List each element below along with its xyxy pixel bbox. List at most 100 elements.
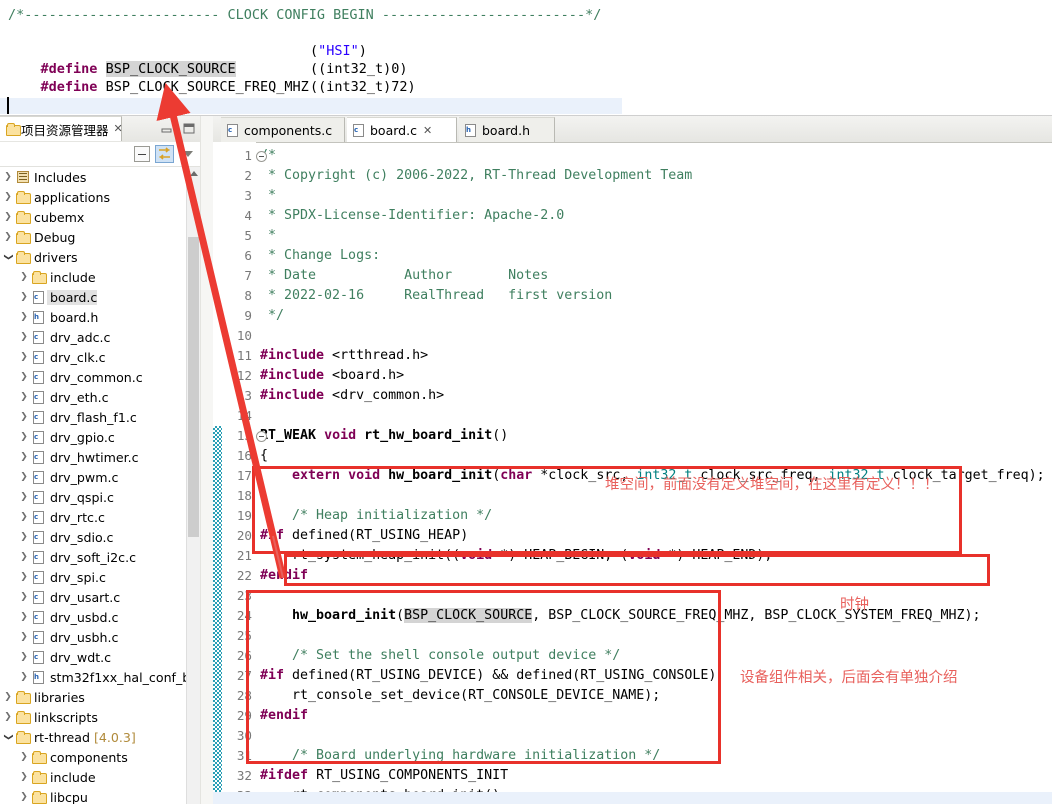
code-line[interactable]: #ifdef RT_USING_COMPONENTS_INIT bbox=[260, 766, 508, 786]
code-line[interactable]: * SPDX-License-Identifier: Apache-2.0 bbox=[260, 206, 564, 226]
code-line[interactable]: rt_system_heap_init((void *) HEAP_BEGIN,… bbox=[260, 546, 772, 566]
tree-item-libraries[interactable]: ❯libraries bbox=[0, 687, 200, 707]
tree-item-board-c[interactable]: ❯cboard.c bbox=[0, 287, 200, 307]
code-line[interactable]: rt_console_set_device(RT_CONSOLE_DEVICE_… bbox=[260, 686, 660, 706]
tree-item-components[interactable]: ❯components bbox=[0, 747, 200, 767]
chevron-right-icon[interactable]: ❯ bbox=[18, 552, 30, 562]
chevron-right-icon[interactable]: ❯ bbox=[18, 772, 30, 782]
code-line[interactable]: #include <board.h> bbox=[260, 366, 404, 386]
scroll-up-icon[interactable] bbox=[190, 171, 198, 176]
tree-item-drv-hwtimer-c[interactable]: ❯cdrv_hwtimer.c bbox=[0, 447, 200, 467]
chevron-right-icon[interactable]: ❯ bbox=[18, 432, 30, 442]
tree-item-cubemx[interactable]: ❯cubemx bbox=[0, 207, 200, 227]
tab-project-explorer[interactable]: 项目资源管理器 ✕ bbox=[0, 116, 122, 141]
chevron-right-icon[interactable]: ❯ bbox=[18, 412, 30, 422]
tree-item-applications[interactable]: ❯applications bbox=[0, 187, 200, 207]
tree-item-drv-soft-i2c-c[interactable]: ❯cdrv_soft_i2c.c bbox=[0, 547, 200, 567]
tree-item-stm32f1xx-hal-conf-ba[interactable]: ❯hstm32f1xx_hal_conf_ba bbox=[0, 667, 200, 687]
project-explorer-panel[interactable]: 项目资源管理器 ✕ ❯Includes❯applications❯cubemx❯… bbox=[0, 116, 212, 804]
chevron-down-icon[interactable]: ❯ bbox=[3, 251, 13, 263]
chevron-right-icon[interactable]: ❯ bbox=[18, 372, 30, 382]
tree-item-drv-flash-f1-c[interactable]: ❯cdrv_flash_f1.c bbox=[0, 407, 200, 427]
tree-item-includes[interactable]: ❯Includes bbox=[0, 167, 200, 187]
chevron-right-icon[interactable]: ❯ bbox=[18, 632, 30, 642]
code-line[interactable]: { bbox=[260, 446, 268, 466]
code-line[interactable]: #include <rtthread.h> bbox=[260, 346, 428, 366]
project-tree-scrollbar[interactable] bbox=[186, 167, 201, 804]
tree-item-libcpu[interactable]: ❯libcpu bbox=[0, 787, 200, 804]
code-line[interactable]: #endif bbox=[260, 566, 308, 586]
chevron-right-icon[interactable]: ❯ bbox=[18, 332, 30, 342]
chevron-right-icon[interactable]: ❯ bbox=[18, 792, 30, 802]
code-line[interactable]: /* Heap initialization */ bbox=[260, 506, 492, 526]
chevron-right-icon[interactable]: ❯ bbox=[18, 352, 30, 362]
tree-item-drv-sdio-c[interactable]: ❯cdrv_sdio.c bbox=[0, 527, 200, 547]
code-line[interactable]: * Change Logs: bbox=[260, 246, 380, 266]
code-line[interactable]: #if defined(RT_USING_DEVICE) && defined(… bbox=[260, 666, 716, 686]
tree-item-drv-qspi-c[interactable]: ❯cdrv_qspi.c bbox=[0, 487, 200, 507]
minimize-icon[interactable] bbox=[160, 123, 174, 135]
tree-item-rt-thread[interactable]: ❯rt-thread[4.0.3] bbox=[0, 727, 200, 747]
close-icon[interactable]: ✕ bbox=[423, 124, 432, 137]
tree-item-include[interactable]: ❯include bbox=[0, 767, 200, 787]
tree-item-drv-spi-c[interactable]: ❯cdrv_spi.c bbox=[0, 567, 200, 587]
chevron-right-icon[interactable]: ❯ bbox=[18, 532, 30, 542]
tree-item-linkscripts[interactable]: ❯linkscripts bbox=[0, 707, 200, 727]
chevron-right-icon[interactable]: ❯ bbox=[2, 212, 14, 222]
chevron-right-icon[interactable]: ❯ bbox=[18, 312, 30, 322]
code-line[interactable]: */ bbox=[260, 306, 284, 326]
chevron-right-icon[interactable]: ❯ bbox=[18, 672, 30, 682]
code-line[interactable]: #include <drv_common.h> bbox=[260, 386, 444, 406]
fold-toggle-icon[interactable] bbox=[256, 431, 267, 442]
chevron-right-icon[interactable]: ❯ bbox=[2, 692, 14, 702]
project-tree[interactable]: ❯Includes❯applications❯cubemx❯Debug❯driv… bbox=[0, 167, 200, 804]
tree-item-board-h[interactable]: ❯hboard.h bbox=[0, 307, 200, 327]
tree-item-drv-eth-c[interactable]: ❯cdrv_eth.c bbox=[0, 387, 200, 407]
code-line[interactable]: * bbox=[260, 226, 276, 246]
chevron-right-icon[interactable]: ❯ bbox=[18, 752, 30, 762]
chevron-right-icon[interactable]: ❯ bbox=[18, 392, 30, 402]
panel-splitter[interactable] bbox=[200, 116, 214, 804]
tree-item-drv-pwm-c[interactable]: ❯cdrv_pwm.c bbox=[0, 467, 200, 487]
code-line[interactable]: #endif bbox=[260, 706, 308, 726]
chevron-right-icon[interactable]: ❯ bbox=[18, 572, 30, 582]
code-line[interactable]: * Copyright (c) 2006-2022, RT-Thread Dev… bbox=[260, 166, 692, 186]
tree-item-include[interactable]: ❯include bbox=[0, 267, 200, 287]
tree-item-drv-rtc-c[interactable]: ❯cdrv_rtc.c bbox=[0, 507, 200, 527]
tree-item-drivers[interactable]: ❯drivers bbox=[0, 247, 200, 267]
code-line[interactable]: /* Board underlying hardware initializat… bbox=[260, 746, 660, 766]
tree-item-drv-usbd-c[interactable]: ❯cdrv_usbd.c bbox=[0, 607, 200, 627]
tree-item-drv-adc-c[interactable]: ❯cdrv_adc.c bbox=[0, 327, 200, 347]
code-line[interactable]: * bbox=[260, 186, 276, 206]
code-line[interactable]: RT_WEAK void rt_hw_board_init() bbox=[260, 426, 508, 446]
tree-item-drv-wdt-c[interactable]: ❯cdrv_wdt.c bbox=[0, 647, 200, 667]
chevron-right-icon[interactable]: ❯ bbox=[18, 472, 30, 482]
chevron-right-icon[interactable]: ❯ bbox=[18, 652, 30, 662]
chevron-right-icon[interactable]: ❯ bbox=[18, 512, 30, 522]
maximize-icon[interactable] bbox=[182, 122, 196, 134]
fold-toggle-icon[interactable] bbox=[256, 151, 267, 162]
chevron-down-icon[interactable]: ❯ bbox=[3, 731, 13, 743]
clock-config-snippet[interactable]: /*------------------------ CLOCK CONFIG … bbox=[0, 0, 1052, 116]
link-with-editor-icon[interactable] bbox=[155, 145, 174, 163]
code-line[interactable]: * Date Author Notes bbox=[260, 266, 548, 286]
chevron-right-icon[interactable]: ❯ bbox=[18, 492, 30, 502]
chevron-right-icon[interactable]: ❯ bbox=[18, 292, 30, 302]
chevron-right-icon[interactable]: ❯ bbox=[18, 452, 30, 462]
tree-item-drv-usart-c[interactable]: ❯cdrv_usart.c bbox=[0, 587, 200, 607]
code-editor[interactable]: ccomponents.ccboard.c✕hboard.h 123456789… bbox=[213, 116, 1052, 804]
chevron-right-icon[interactable]: ❯ bbox=[18, 592, 30, 602]
view-menu-icon[interactable] bbox=[183, 151, 193, 157]
tree-item-debug[interactable]: ❯Debug bbox=[0, 227, 200, 247]
chevron-right-icon[interactable]: ❯ bbox=[2, 232, 14, 242]
code-line[interactable]: hw_board_init(BSP_CLOCK_SOURCE, BSP_CLOC… bbox=[260, 606, 981, 626]
scrollbar-thumb[interactable] bbox=[188, 237, 199, 537]
editor-tab-board-h[interactable]: hboard.h bbox=[459, 117, 555, 142]
chevron-right-icon[interactable]: ❯ bbox=[18, 272, 30, 282]
code-line[interactable]: * 2022-02-16 RealThread first version bbox=[260, 286, 612, 306]
chevron-right-icon[interactable]: ❯ bbox=[2, 172, 14, 182]
chevron-right-icon[interactable]: ❯ bbox=[2, 712, 14, 722]
chevron-right-icon[interactable]: ❯ bbox=[18, 612, 30, 622]
code-line[interactable]: /* Set the shell console output device *… bbox=[260, 646, 620, 666]
code-line[interactable]: #if defined(RT_USING_HEAP) bbox=[260, 526, 468, 546]
